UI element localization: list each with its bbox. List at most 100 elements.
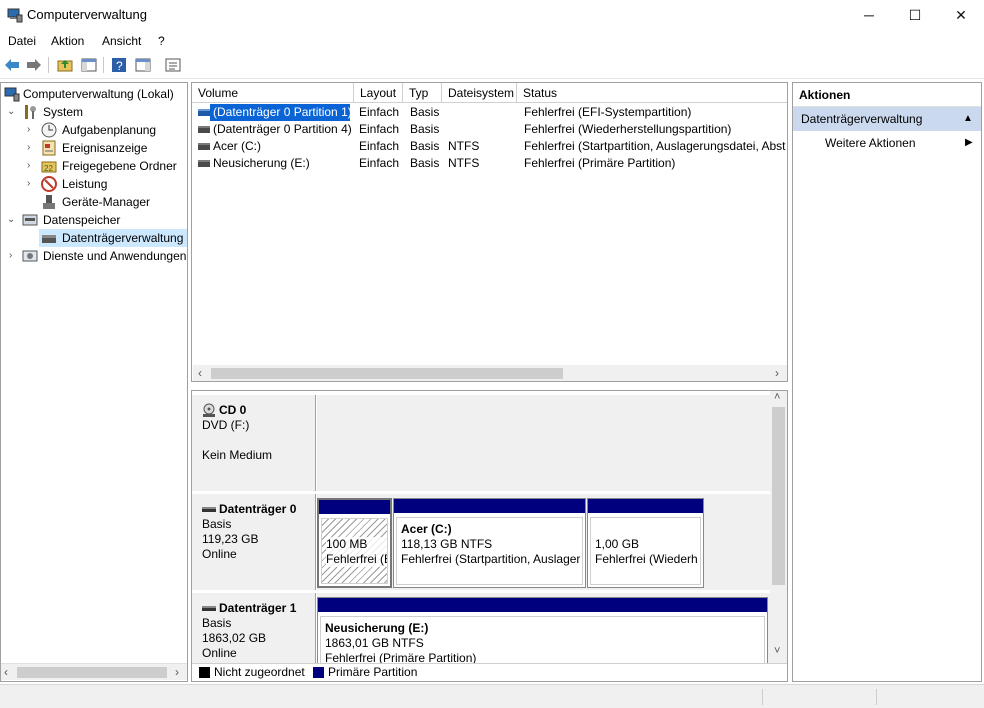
tree-item-aufgabenplanung[interactable]: › Aufgabenplanung xyxy=(1,121,187,139)
partition-recovery[interactable]: 1,00 GB Fehlerfrei (Wiederh xyxy=(587,498,704,588)
tree-item-datenspeicher[interactable]: ⌄ Datenspeicher xyxy=(1,211,187,229)
menu-help[interactable]: ? xyxy=(158,34,165,48)
table-row[interactable]: (Datenträger 0 Partition 1) Einfach Basi… xyxy=(192,104,787,121)
tree-item-ereignisanzeige[interactable]: › Ereignisanzeige xyxy=(1,139,187,157)
column-dateisystem[interactable]: Dateisystem xyxy=(442,83,517,103)
tree-horizontal-scrollbar[interactable]: ‹ › xyxy=(1,663,187,680)
actions-pane: Aktionen Datenträgerverwaltung ▲ Weitere… xyxy=(792,82,982,682)
scroll-left-icon[interactable]: ‹ xyxy=(4,665,8,679)
chevron-right-icon[interactable]: › xyxy=(27,139,37,157)
primary-partition-bar xyxy=(394,499,585,513)
actions-title: Aktionen xyxy=(793,83,981,107)
toolbar: ? xyxy=(0,52,984,79)
disk-vertical-scrollbar[interactable]: ˄ ˅ xyxy=(770,391,787,663)
services-icon xyxy=(22,250,38,262)
column-volume[interactable]: Volume xyxy=(192,83,354,103)
more-actions-item[interactable]: Weitere Aktionen ▶ xyxy=(793,133,981,153)
collapse-up-icon[interactable]: ▲ xyxy=(963,107,973,131)
volume-icon xyxy=(198,143,210,150)
menu-datei[interactable]: Datei xyxy=(8,34,36,48)
disk-info-cd0[interactable]: CD 0 DVD (F:) Kein Medium xyxy=(192,395,316,491)
show-hide-tree-icon[interactable] xyxy=(79,55,99,75)
back-icon[interactable] xyxy=(2,55,22,75)
table-row[interactable]: (Datenträger 0 Partition 4) Einfach Basi… xyxy=(192,121,787,138)
up-folder-icon[interactable] xyxy=(55,55,75,75)
properties-icon[interactable] xyxy=(163,55,183,75)
disk-info-disk0[interactable]: Datenträger 0 Basis 119,23 GB Online xyxy=(192,494,316,590)
column-layout[interactable]: Layout xyxy=(354,83,403,103)
disk-icon xyxy=(202,606,216,611)
minimize-button[interactable]: ─ xyxy=(846,0,892,30)
table-row[interactable]: Acer (C:) Einfach Basis NTFS Fehlerfrei … xyxy=(192,138,787,155)
primary-partition-bar xyxy=(588,499,703,513)
tree-label: Computerverwaltung (Lokal) xyxy=(23,87,174,101)
chevron-down-icon[interactable]: ⌄ xyxy=(7,211,17,229)
disk-state: Online xyxy=(202,646,237,660)
tree-item-datentraegerverwaltung[interactable]: Datenträgerverwaltung xyxy=(39,229,187,247)
tree-item-system[interactable]: ⌄ System xyxy=(1,103,187,121)
chevron-down-icon[interactable]: ⌄ xyxy=(7,103,17,121)
disk-area-disk1: Neusicherung (E:) 1863,01 GB NTFS Fehler… xyxy=(317,593,770,677)
scroll-up-icon[interactable]: ˄ xyxy=(774,391,780,403)
disk-icon xyxy=(202,507,216,512)
toolbar-separator xyxy=(48,57,49,73)
volume-icon xyxy=(198,109,210,116)
disk-name: Datenträger 0 xyxy=(219,502,297,516)
disk-type: Basis xyxy=(202,517,232,531)
disk-type: Basis xyxy=(202,616,232,630)
shared-folder-icon: 22 xyxy=(41,161,57,173)
help-icon[interactable]: ? xyxy=(109,55,129,75)
primary-partition-bar xyxy=(319,500,390,514)
svg-text:22: 22 xyxy=(44,164,53,173)
disk-info-disk1[interactable]: Datenträger 1 Basis 1863,02 GB Online xyxy=(192,593,316,663)
partition-body: 100 MB Fehlerfrei (E xyxy=(321,518,388,584)
volume-icon xyxy=(198,160,210,167)
disk-area-disk0: 100 MB Fehlerfrei (E Acer (C:) 118,13 GB… xyxy=(317,494,770,590)
status-divider xyxy=(876,689,877,705)
scroll-thumb[interactable] xyxy=(211,368,563,379)
scroll-right-icon[interactable]: › xyxy=(775,366,779,380)
disk-size: 1863,02 GB xyxy=(202,631,267,645)
maximize-button[interactable]: ☐ xyxy=(892,0,938,30)
submenu-arrow-icon: ▶ xyxy=(965,137,973,148)
tree-item-root[interactable]: Computerverwaltung (Lokal) xyxy=(1,85,187,103)
disk-size: 119,23 GB xyxy=(202,532,259,546)
partition-body: 1,00 GB Fehlerfrei (Wiederh xyxy=(590,517,701,585)
chevron-right-icon[interactable]: › xyxy=(27,157,37,175)
close-button[interactable]: ✕ xyxy=(938,0,984,30)
menu-ansicht[interactable]: Ansicht xyxy=(102,34,141,48)
volume-icon xyxy=(198,126,210,133)
device-manager-icon xyxy=(43,195,55,209)
tree-item-leistung[interactable]: › Leistung xyxy=(1,175,187,193)
partition-efi[interactable]: 100 MB Fehlerfrei (E xyxy=(317,498,392,588)
legend-label-primary: Primäre Partition xyxy=(328,665,418,679)
column-typ[interactable]: Typ xyxy=(403,83,442,103)
chevron-right-icon[interactable]: › xyxy=(27,175,37,193)
tree-item-dienste-und-anwendungen[interactable]: › Dienste und Anwendungen xyxy=(1,247,187,265)
chevron-right-icon[interactable]: › xyxy=(27,121,37,139)
forward-icon[interactable] xyxy=(24,55,44,75)
tree-item-freigegebene-ordner[interactable]: › 22 Freigegebene Ordner xyxy=(1,157,187,175)
title-bar: Computerverwaltung ─ ☐ ✕ xyxy=(0,0,984,30)
storage-icon xyxy=(22,214,38,226)
cd-drive-icon xyxy=(203,403,215,417)
scroll-down-icon[interactable]: ˅ xyxy=(774,645,780,657)
scroll-thumb[interactable] xyxy=(772,407,785,585)
scroll-right-icon[interactable]: › xyxy=(175,665,179,679)
list-horizontal-scrollbar[interactable]: ‹ › xyxy=(193,365,787,381)
tree-item-geraete-manager[interactable]: Geräte-Manager xyxy=(1,193,187,211)
disk-area-cd0[interactable] xyxy=(317,395,770,491)
status-bar xyxy=(0,684,984,708)
scroll-left-icon[interactable]: ‹ xyxy=(198,366,202,380)
column-status[interactable]: Status xyxy=(517,83,787,103)
chevron-right-icon[interactable]: › xyxy=(9,247,19,265)
table-row[interactable]: Neusicherung (E:) Einfach Basis NTFS Feh… xyxy=(192,155,787,172)
computer-management-icon xyxy=(4,87,20,102)
actions-section-header[interactable]: Datenträgerverwaltung ▲ xyxy=(793,107,981,131)
status-divider xyxy=(762,689,763,705)
menu-aktion[interactable]: Aktion xyxy=(51,34,84,48)
partition-acer-c[interactable]: Acer (C:) 118,13 GB NTFS Fehlerfrei (Sta… xyxy=(393,498,586,588)
legend-label-unallocated: Nicht zugeordnet xyxy=(214,665,305,679)
scroll-thumb[interactable] xyxy=(17,667,167,678)
show-hide-action-pane-icon[interactable] xyxy=(133,55,153,75)
